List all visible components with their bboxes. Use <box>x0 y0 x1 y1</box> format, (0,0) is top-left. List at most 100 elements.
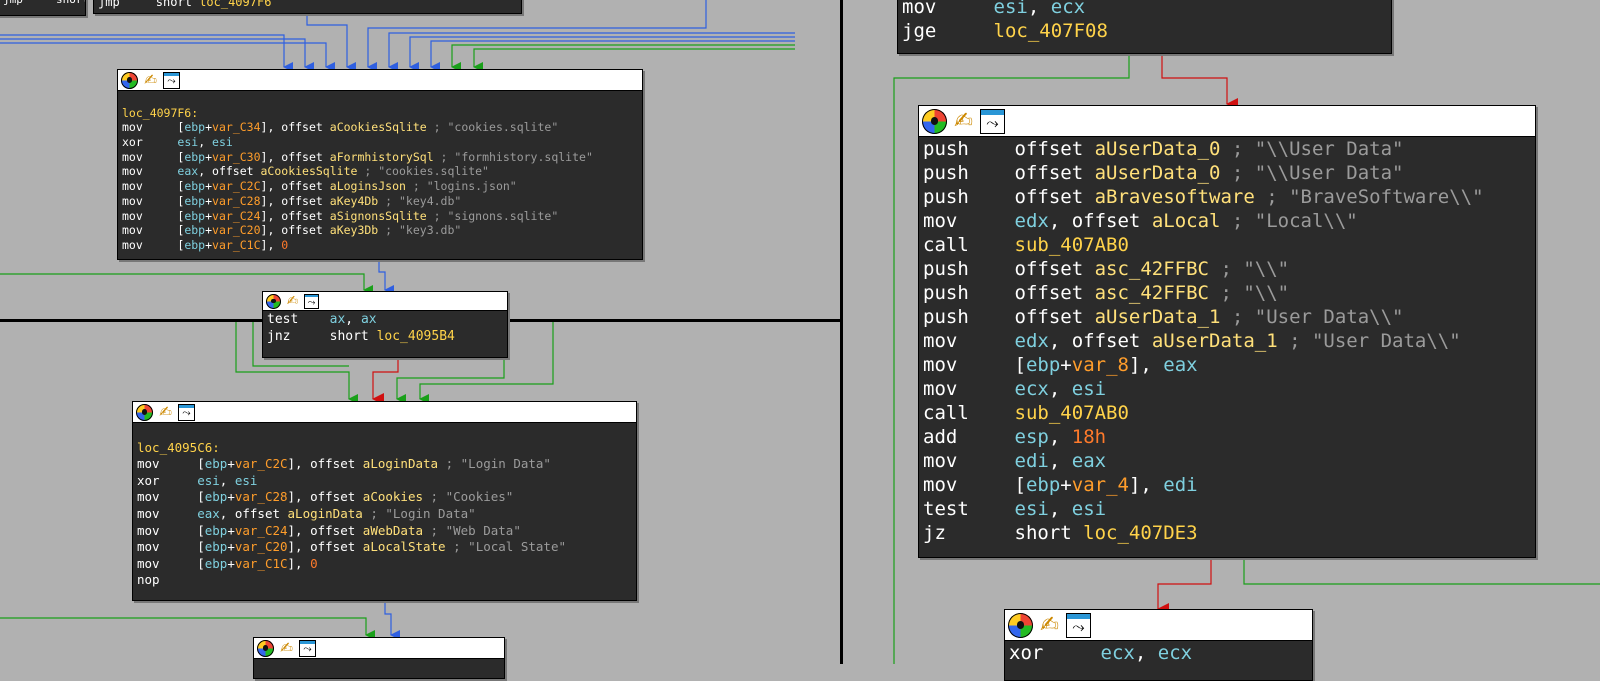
xref-graph-icon[interactable]: ⤳ <box>178 403 195 421</box>
xref-graph-icon[interactable]: ⤳ <box>163 71 180 89</box>
color-wheel-icon[interactable] <box>266 293 281 309</box>
code-line[interactable]: jmp short loc_4097F6 <box>98 0 521 9</box>
code-token: + <box>227 489 235 505</box>
code-line[interactable]: push offset asc_42FFBC ; "\\" <box>923 281 1535 305</box>
code-line[interactable]: mov [ebp+var_C24], offset aWebData ; "We… <box>137 523 636 540</box>
code-line[interactable] <box>122 91 642 106</box>
code-line[interactable] <box>137 423 636 440</box>
code-line[interactable]: jnz short loc_4095B4 <box>267 328 507 345</box>
node-titlebar[interactable]: ✍ ⤳ <box>919 106 1535 137</box>
code-line[interactable]: push offset aUserData_0 ; "\\User Data" <box>923 161 1535 185</box>
code-line[interactable]: mov [ebp+var_C28], offset aCookies ; "Co… <box>137 489 636 506</box>
code-token: ; "\\User Data" <box>1220 138 1404 160</box>
xref-graph-icon[interactable]: ⤳ <box>1066 612 1091 638</box>
code-line[interactable]: test esi, esi <box>923 497 1535 521</box>
color-wheel-icon[interactable] <box>922 108 947 134</box>
code-line[interactable]: mov edx, offset aLocal ; "Local\\" <box>923 209 1535 233</box>
graph-node-jmp-stub[interactable]: jmp short loc_4097F6 <box>93 0 522 14</box>
xref-graph-icon[interactable]: ⤳ <box>304 293 319 309</box>
graph-node-test-jnz[interactable]: ✍ ⤳ test ax, ax jnz short loc_4095B4 <box>262 291 508 358</box>
xref-graph-icon[interactable]: ⤳ <box>299 639 316 657</box>
code-token: aLoginData <box>287 505 363 521</box>
graph-node-loc-4095c6[interactable]: ✍ ⤳ loc_4095C6: mov [ebp+var_C2C], offset a… <box>132 401 637 601</box>
graph-node-top-right[interactable]: mov esi, ecx jge loc_407F08 <box>897 0 1392 54</box>
code-line[interactable]: mov [ebp+var_C20], offset aLocalState ; … <box>137 539 636 556</box>
code-line[interactable]: test ax, ax <box>267 311 507 328</box>
node-titlebar[interactable]: ✍ ⤳ <box>254 638 504 659</box>
node-code: jmp short loc_4097F6 <box>94 0 521 9</box>
code-line[interactable]: mov [ebp+var_C1C], 0 <box>137 556 636 573</box>
code-token: var_C2C <box>234 456 288 472</box>
code-line[interactable]: mov edx, offset aUserData_1 ; "User Data… <box>923 329 1535 353</box>
code-line[interactable]: mov [ebp+var_C30], offset aFormhistorySq… <box>122 150 642 165</box>
pencil-hand-icon[interactable]: ✍ <box>285 293 300 309</box>
code-line[interactable]: call sub_407AB0 <box>923 401 1535 425</box>
code-line[interactable]: push offset aUserData_0 ; "\\User Data" <box>923 137 1535 161</box>
code-line[interactable]: loc_4095C6: <box>137 440 636 457</box>
code-line[interactable]: jge loc_407F08 <box>902 19 1391 43</box>
code-token: , offset <box>1048 330 1152 352</box>
code-token: esi <box>177 135 199 150</box>
edge-red <box>372 356 399 405</box>
node-titlebar[interactable]: ✍ ⤳ <box>1005 610 1312 641</box>
code-line[interactable]: push offset aUserData_1 ; "User Data\\" <box>923 305 1535 329</box>
code-line[interactable]: mov [ebp+var_8], eax <box>923 353 1535 377</box>
code-line[interactable]: mov [ebp+var_C34], offset aCookiesSqlite… <box>122 120 642 135</box>
code-line[interactable]: xor ecx, ecx <box>1009 641 1312 665</box>
code-token: ebp <box>184 179 206 194</box>
code-line[interactable]: mov [ebp+var_C24], offset aSignonsSqlite… <box>122 209 642 224</box>
code-line[interactable]: mov ecx, esi <box>923 377 1535 401</box>
code-line[interactable]: mov eax, offset aCookiesSqlite ; "cookie… <box>122 164 642 179</box>
code-token: eax <box>1071 450 1107 472</box>
code-line[interactable]: mov esi, ecx <box>902 0 1391 19</box>
code-token: loc_4097F6: <box>122 105 199 120</box>
xref-graph-icon[interactable]: ⤳ <box>980 108 1005 134</box>
pencil-hand-icon[interactable]: ✍ <box>1037 612 1062 638</box>
code-line[interactable]: xor esi, esi <box>122 135 642 150</box>
code-token: mov <box>137 522 160 538</box>
code-token: [ <box>159 489 205 505</box>
graph-node-loc-4097f6[interactable]: ✍ ⤳ loc_4097F6: mov [ebp+var_C34], offset a… <box>117 69 643 260</box>
code-token: mov <box>923 474 958 496</box>
graph-node-bottom-right[interactable]: ✍ ⤳ xor ecx, ecx <box>1004 609 1313 681</box>
code-line[interactable]: mov [ebp+var_C1C], 0 <box>122 238 642 253</box>
code-line[interactable]: mov [ebp+var_C20], offset aKey3Db ; "key… <box>122 223 642 238</box>
color-wheel-icon[interactable] <box>121 71 138 89</box>
code-line[interactable]: mov [ebp+var_C2C], offset aLoginsJson ; … <box>122 179 642 194</box>
code-line[interactable]: mov [ebp+var_4], edi <box>923 473 1535 497</box>
graph-node-top-left-stub[interactable]: jmp short loc_4097F6 <box>0 0 86 16</box>
pencil-hand-icon[interactable]: ✍ <box>951 108 976 134</box>
code-line[interactable]: mov [ebp+var_C28], offset aKey4Db ; "key… <box>122 194 642 209</box>
code-line[interactable]: push offset asc_42FFBC ; "\\" <box>923 257 1535 281</box>
node-code: loc_4095C6: mov [ebp+var_C2C], offset aLo… <box>133 423 636 589</box>
graph-node-main-right[interactable]: ✍ ⤳ push offset aUserData_0 ; "\\User Data… <box>918 105 1536 558</box>
node-titlebar[interactable]: ✍ ⤳ <box>263 292 507 311</box>
code-token: push <box>923 306 969 328</box>
code-token: aLocalState <box>362 539 446 555</box>
code-line[interactable]: mov [ebp+var_C2C], offset aLoginData ; "… <box>137 456 636 473</box>
code-line[interactable]: push offset aBravesoftware ; "BraveSoftw… <box>923 185 1535 209</box>
node-titlebar[interactable]: ✍ ⤳ <box>133 402 636 423</box>
color-wheel-icon[interactable] <box>1008 612 1033 638</box>
code-token: var_C24 <box>234 522 288 538</box>
vertical-pane-divider[interactable] <box>840 0 843 664</box>
node-titlebar[interactable]: ✍ ⤳ <box>118 70 642 91</box>
color-wheel-icon[interactable] <box>257 639 274 657</box>
graph-node-bottom-left[interactable]: ✍ ⤳ <box>253 637 505 679</box>
pencil-hand-icon[interactable]: ✍ <box>278 639 295 657</box>
code-line[interactable]: add esp, 18h <box>923 425 1535 449</box>
code-token: ], offset <box>260 179 330 194</box>
code-line[interactable]: mov edi, eax <box>923 449 1535 473</box>
pencil-hand-icon[interactable]: ✍ <box>142 71 159 89</box>
code-line[interactable]: loc_4097F6: <box>122 106 642 121</box>
color-wheel-icon[interactable] <box>136 403 153 421</box>
code-line[interactable]: nop <box>137 572 636 589</box>
code-line[interactable]: jz short loc_407DE3 <box>923 521 1535 545</box>
code-line[interactable]: jmp short loc_4097F6 <box>3 0 85 7</box>
code-line[interactable]: xor esi, esi <box>137 473 636 490</box>
code-line[interactable]: mov eax, offset aLoginData ; "Login Data… <box>137 506 636 523</box>
code-token: [ <box>159 522 205 538</box>
code-line[interactable]: call sub_407AB0 <box>923 233 1535 257</box>
code-token: ebp <box>184 120 206 135</box>
pencil-hand-icon[interactable]: ✍ <box>157 403 174 421</box>
